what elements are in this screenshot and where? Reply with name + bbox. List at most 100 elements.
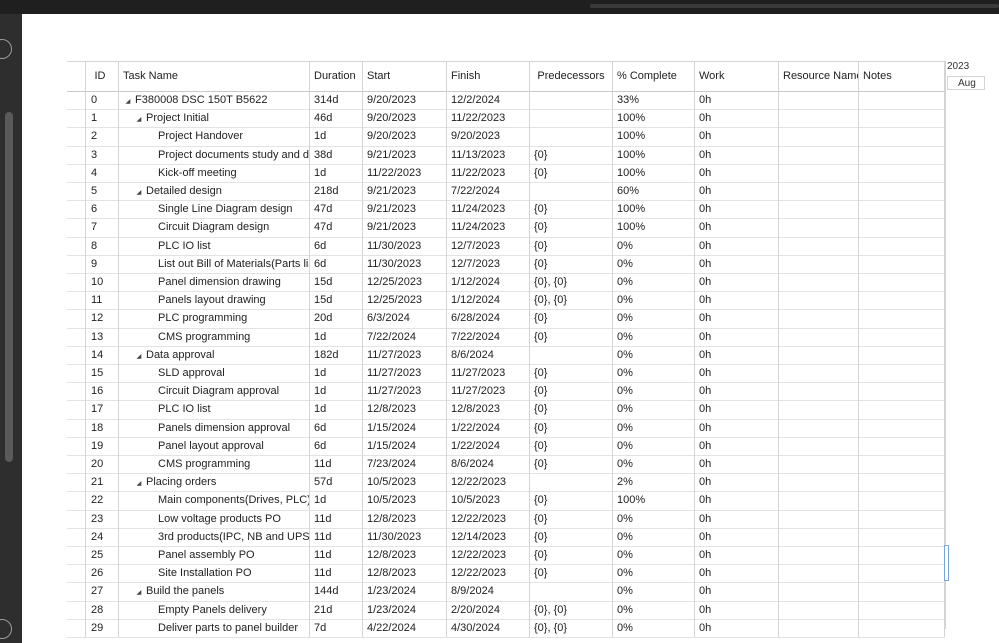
table-row[interactable]: 11 Panels layout drawing 15d 12/25/2023 1/12… — [67, 291, 945, 311]
table-row[interactable]: 23 Low voltage products PO 11d 12/8/2023 12/… — [67, 509, 945, 529]
task-predecessors[interactable]: {0}, {0} — [530, 273, 613, 292]
task-duration[interactable]: 314d — [310, 91, 363, 110]
table-row[interactable]: 13 CMS programming 1d 7/22/2024 7/22/2024 {0}… — [67, 327, 945, 347]
task-name-cell[interactable]: PLC IO list — [119, 400, 310, 419]
task-percent-complete[interactable]: 0% — [613, 582, 695, 601]
task-name-cell[interactable]: Low voltage products PO — [119, 509, 310, 528]
task-finish[interactable]: 12/22/2023 — [447, 473, 530, 492]
task-work[interactable]: 0h — [695, 582, 779, 601]
task-start[interactable]: 1/23/2024 — [363, 600, 447, 619]
row-selector[interactable] — [67, 564, 86, 583]
table-row[interactable]: 12 PLC programming 20d 6/3/2024 6/28/2024 {0}… — [67, 309, 945, 329]
task-duration[interactable]: 38d — [310, 145, 363, 164]
task-predecessors[interactable] — [530, 91, 613, 110]
task-duration[interactable]: 20d — [310, 309, 363, 328]
task-percent-complete[interactable]: 100% — [613, 200, 695, 219]
task-name-cell[interactable]: ◢ Build the panels — [119, 582, 310, 601]
task-work[interactable]: 0h — [695, 218, 779, 237]
task-start[interactable]: 6/3/2024 — [363, 309, 447, 328]
task-predecessors[interactable] — [530, 345, 613, 364]
task-finish[interactable]: 1/12/2024 — [447, 291, 530, 310]
table-row[interactable]: 10 Panel dimension drawing 15d 12/25/2023 1/… — [67, 273, 945, 293]
task-resource-name[interactable] — [779, 382, 859, 401]
table-row[interactable]: 29 Deliver parts to panel builder 7d 4/22/2… — [67, 618, 945, 638]
task-duration[interactable]: 7d — [310, 618, 363, 637]
task-resource-name[interactable] — [779, 163, 859, 182]
circle-button-icon[interactable] — [0, 619, 12, 639]
task-duration[interactable]: 1d — [310, 327, 363, 346]
task-duration[interactable]: 1d — [310, 400, 363, 419]
task-notes[interactable] — [859, 254, 945, 273]
task-predecessors[interactable] — [530, 582, 613, 601]
collapse-triangle-icon[interactable]: ◢ — [126, 94, 135, 109]
task-resource-name[interactable] — [779, 418, 859, 437]
header-resource-name[interactable]: Resource Name — [779, 62, 859, 91]
table-row[interactable]: 4 Kick-off meeting 1d 11/22/2023 11/22/2023{… — [67, 163, 945, 183]
task-work[interactable]: 0h — [695, 163, 779, 182]
task-percent-complete[interactable]: 100% — [613, 127, 695, 146]
table-row[interactable]: 25 Panel assembly PO 11d 12/8/2023 12/22/202… — [67, 546, 945, 566]
task-percent-complete[interactable]: 0% — [613, 546, 695, 565]
table-row[interactable]: 2 Project Handover 1d 9/20/2023 9/20/2023 100… — [67, 127, 945, 147]
task-predecessors[interactable] — [530, 473, 613, 492]
task-work[interactable]: 0h — [695, 364, 779, 383]
task-start[interactable]: 7/23/2024 — [363, 455, 447, 474]
task-start[interactable]: 9/20/2023 — [363, 109, 447, 128]
task-notes[interactable] — [859, 273, 945, 292]
row-selector[interactable] — [67, 546, 86, 565]
row-selector[interactable] — [67, 418, 86, 437]
task-resource-name[interactable] — [779, 218, 859, 237]
task-percent-complete[interactable]: 0% — [613, 509, 695, 528]
task-duration[interactable]: 1d — [310, 364, 363, 383]
task-work[interactable]: 0h — [695, 127, 779, 146]
task-notes[interactable] — [859, 418, 945, 437]
task-percent-complete[interactable]: 100% — [613, 491, 695, 510]
task-percent-complete[interactable]: 0% — [613, 254, 695, 273]
row-selector[interactable] — [67, 236, 86, 255]
task-predecessors[interactable]: {0}, {0} — [530, 291, 613, 310]
task-percent-complete[interactable]: 0% — [613, 236, 695, 255]
table-row[interactable]: 26 Site Installation PO 11d 12/8/2023 12/22/… — [67, 564, 945, 584]
task-work[interactable]: 0h — [695, 291, 779, 310]
task-name-cell[interactable]: ◢ Data approval — [119, 345, 310, 364]
task-duration[interactable]: 1d — [310, 491, 363, 510]
task-name-cell[interactable]: ◢ Placing orders — [119, 473, 310, 492]
task-resource-name[interactable] — [779, 254, 859, 273]
task-work[interactable]: 0h — [695, 327, 779, 346]
table-row[interactable]: 21 ◢ Placing orders 57d 10/5/2023 12/22/2023 2… — [67, 473, 945, 493]
task-resource-name[interactable] — [779, 436, 859, 455]
task-predecessors[interactable]: {0} — [530, 218, 613, 237]
task-duration[interactable]: 144d — [310, 582, 363, 601]
task-notes[interactable] — [859, 400, 945, 419]
task-resource-name[interactable] — [779, 345, 859, 364]
task-name-cell[interactable]: Circuit Diagram design — [119, 218, 310, 237]
task-name-cell[interactable]: Panel dimension drawing — [119, 273, 310, 292]
task-duration[interactable]: 182d — [310, 345, 363, 364]
task-percent-complete[interactable]: 0% — [613, 400, 695, 419]
row-selector[interactable] — [67, 509, 86, 528]
task-name-cell[interactable]: PLC programming — [119, 309, 310, 328]
task-work[interactable]: 0h — [695, 509, 779, 528]
task-start[interactable]: 11/27/2023 — [363, 382, 447, 401]
task-name-cell[interactable]: Panel layout approval — [119, 436, 310, 455]
task-percent-complete[interactable]: 0% — [613, 291, 695, 310]
collapse-triangle-icon[interactable]: ◢ — [137, 349, 146, 364]
row-selector[interactable] — [67, 473, 86, 492]
row-selector[interactable] — [67, 327, 86, 346]
task-start[interactable]: 1/15/2024 — [363, 418, 447, 437]
row-selector[interactable] — [67, 218, 86, 237]
row-selector[interactable] — [67, 455, 86, 474]
task-start[interactable]: 1/15/2024 — [363, 436, 447, 455]
row-selector[interactable] — [67, 145, 86, 164]
task-finish[interactable]: 12/22/2023 — [447, 546, 530, 565]
task-predecessors[interactable]: {0} — [530, 546, 613, 565]
task-notes[interactable] — [859, 600, 945, 619]
table-row[interactable]: 15 SLD approval 1d 11/27/2023 11/27/2023 {0} 0… — [67, 364, 945, 384]
task-work[interactable]: 0h — [695, 491, 779, 510]
task-start[interactable]: 9/21/2023 — [363, 145, 447, 164]
task-duration[interactable]: 21d — [310, 600, 363, 619]
header-work[interactable]: Work — [695, 62, 779, 91]
task-percent-complete[interactable]: 2% — [613, 473, 695, 492]
row-selector[interactable] — [67, 400, 86, 419]
table-row[interactable]: 6 Single Line Diagram design 47d 9/21/2023 1… — [67, 200, 945, 220]
